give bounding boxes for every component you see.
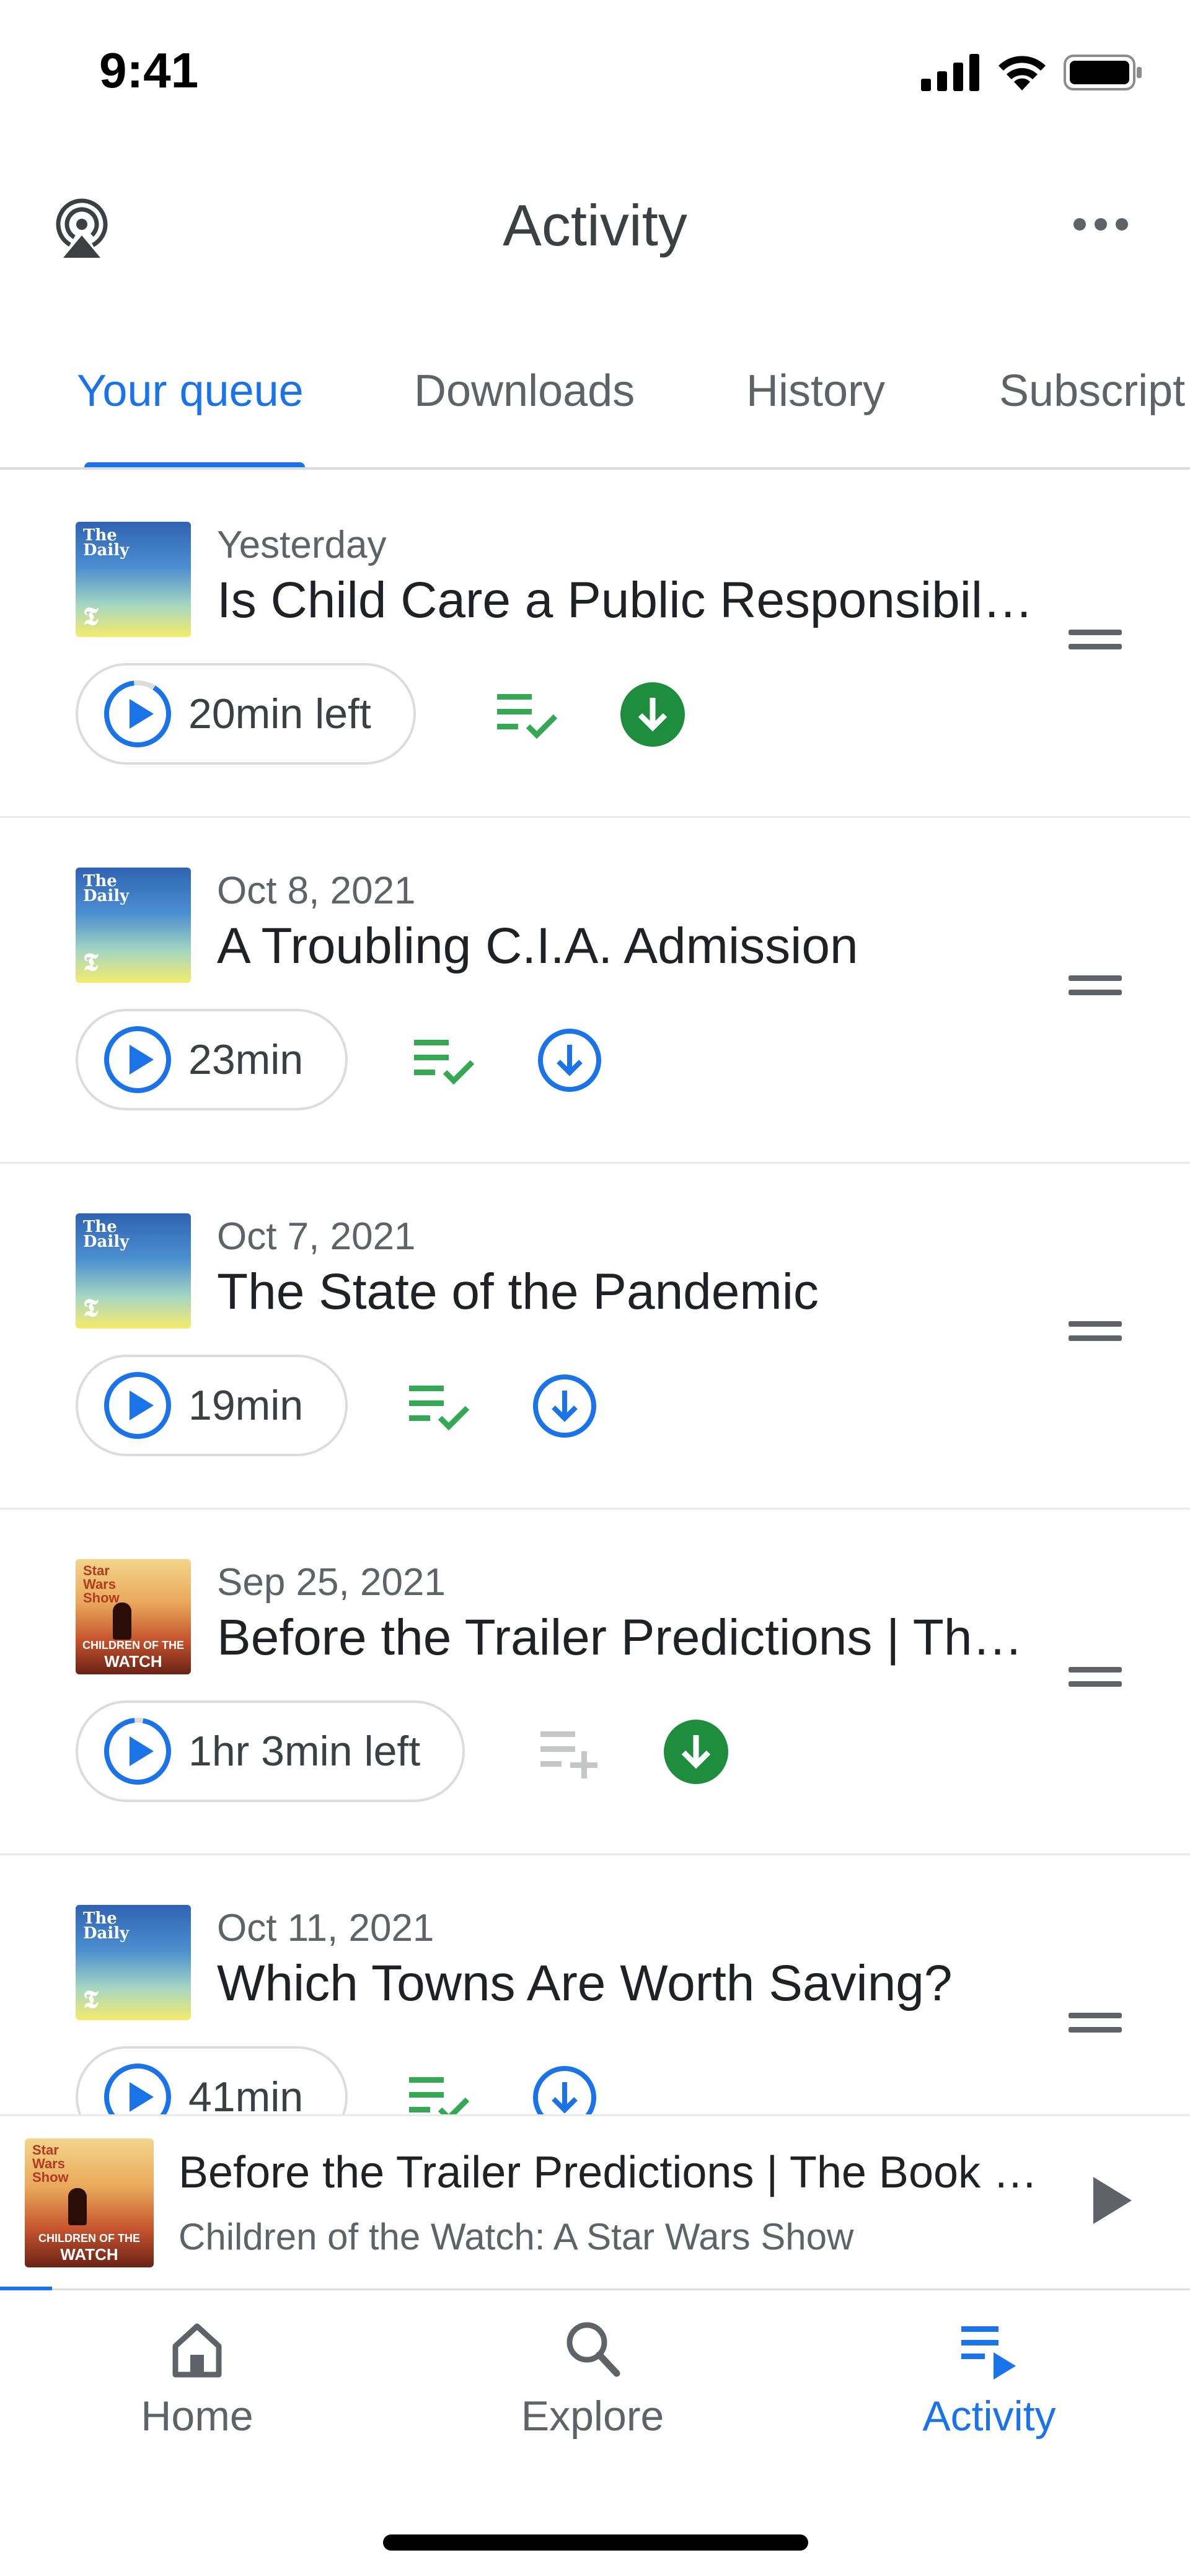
more-options-icon[interactable] (1073, 218, 1128, 231)
tab-your-queue[interactable]: Your queue (77, 366, 304, 416)
tab-downloads[interactable]: Downloads (414, 366, 635, 416)
play-button[interactable]: 1hr 3min left (76, 1700, 465, 1802)
now-playing-artwork: Star Wars Show CHILDREN OF THE WATCH (25, 2139, 154, 2267)
episode-date: Oct 7, 2021 (217, 1215, 416, 1258)
drag-handle-icon[interactable] (1069, 1321, 1122, 1347)
download-icon[interactable] (537, 1027, 602, 1093)
now-playing-show: Children of the Watch: A Star Wars Show (178, 2216, 854, 2257)
play-button[interactable]: 20min left (76, 663, 416, 765)
podcast-artwork: The Daily 𝕿 (76, 1213, 191, 1329)
play-time-label: 19min (188, 1382, 304, 1429)
queued-check-icon[interactable] (410, 1031, 478, 1091)
drag-handle-icon[interactable] (1069, 975, 1122, 1001)
downloaded-icon[interactable] (620, 682, 685, 747)
add-to-queue-icon[interactable] (537, 1723, 605, 1782)
episode-date: Yesterday (217, 524, 387, 566)
podcast-artwork: The Daily 𝕿 (76, 868, 191, 983)
queue-item[interactable]: The Daily 𝕿 Oct 7, 2021 The State of the … (0, 1164, 1190, 1510)
nav-home-label: Home (141, 2393, 253, 2440)
podcast-artwork: Star Wars Show CHILDREN OF THE WATCH (76, 1559, 191, 1674)
nav-explore-label: Explore (521, 2393, 664, 2440)
episode-title[interactable]: Which Towns Are Worth Saving? (217, 1954, 1035, 2013)
episode-title[interactable]: Is Child Care a Public Responsibility? (217, 571, 1035, 630)
status-icons (921, 53, 1144, 92)
search-icon (566, 2322, 620, 2377)
podcast-artwork: The Daily 𝕿 (76, 1905, 191, 2020)
queued-check-icon[interactable] (493, 685, 562, 745)
activity-tabs: Your queue Downloads History Subscript (0, 347, 1190, 470)
drag-handle-icon[interactable] (1069, 1667, 1122, 1693)
queue-item[interactable]: The Daily 𝕿 Oct 11, 2021 Which Towns Are … (0, 1855, 1190, 2114)
page-title: Activity (503, 193, 687, 258)
episode-title[interactable]: The State of the Pandemic (217, 1263, 1035, 1321)
nav-activity-label: Activity (922, 2393, 1056, 2440)
home-indicator[interactable] (383, 2534, 808, 2551)
app-header: Activity (0, 149, 1190, 304)
play-button[interactable]: 23min (76, 1009, 348, 1110)
play-time-label: 20min left (188, 690, 371, 737)
download-icon[interactable] (532, 1373, 597, 1439)
cellular-signal-icon (921, 54, 979, 91)
play-button[interactable]: 41min (76, 2046, 348, 2114)
nav-activity[interactable]: Activity (865, 2315, 1113, 2440)
mini-player[interactable]: Star Wars Show CHILDREN OF THE WATCH Before… (0, 2114, 1190, 2290)
battery-icon (1064, 55, 1142, 90)
queue-item[interactable]: The Daily 𝕿 Oct 8, 2021 A Troubling C.I.A… (0, 818, 1190, 1164)
status-time: 9:41 (99, 43, 199, 98)
queue-play-icon (961, 2326, 1016, 2380)
play-time-label: 23min (188, 1036, 304, 1083)
queue-item[interactable]: The Daily 𝕿 Yesterday Is Child Care a Pub… (0, 472, 1190, 818)
downloaded-icon[interactable] (663, 1719, 729, 1785)
play-progress-icon (104, 680, 171, 747)
wifi-icon (998, 56, 1046, 90)
bottom-navigation: Home Explore Activity (0, 2290, 1190, 2576)
queued-check-icon[interactable] (405, 2068, 474, 2114)
episode-date: Oct 11, 2021 (217, 1907, 434, 1950)
tab-subscriptions[interactable]: Subscript (999, 366, 1185, 416)
play-button[interactable]: 19min (76, 1355, 348, 1456)
now-playing-title[interactable]: Before the Trailer Predictions | The Boo… (178, 2147, 1046, 2198)
play-circle-icon (104, 2064, 171, 2114)
episode-title[interactable]: A Troubling C.I.A. Admission (217, 917, 1035, 975)
play-icon[interactable] (1093, 2177, 1132, 2224)
tab-history[interactable]: History (746, 366, 885, 416)
episode-date: Oct 8, 2021 (217, 869, 416, 912)
nav-explore[interactable]: Explore (469, 2315, 716, 2440)
status-bar: 9:41 (0, 0, 1190, 149)
episode-date: Sep 25, 2021 (217, 1561, 446, 1604)
queue-item[interactable]: Star Wars Show CHILDREN OF THE WATCH Sep 25… (0, 1510, 1190, 1855)
nav-home[interactable]: Home (73, 2315, 321, 2440)
play-time-label: 41min (188, 2073, 304, 2114)
queued-check-icon[interactable] (405, 1377, 474, 1436)
home-icon (172, 2323, 222, 2378)
play-time-label: 1hr 3min left (188, 1728, 421, 1775)
queue-list: The Daily 𝕿 Yesterday Is Child Care a Pub… (0, 472, 1190, 2114)
drag-handle-icon[interactable] (1069, 2013, 1122, 2039)
play-progress-icon (104, 1718, 171, 1785)
download-icon[interactable] (532, 2065, 597, 2114)
play-circle-icon (104, 1372, 171, 1439)
active-tab-indicator (84, 462, 305, 467)
podcast-artwork: The Daily 𝕿 (76, 522, 191, 637)
episode-title[interactable]: Before the Trailer Predictions | The Boo… (217, 1609, 1035, 1667)
play-circle-icon (104, 1026, 171, 1093)
drag-handle-icon[interactable] (1069, 630, 1122, 656)
